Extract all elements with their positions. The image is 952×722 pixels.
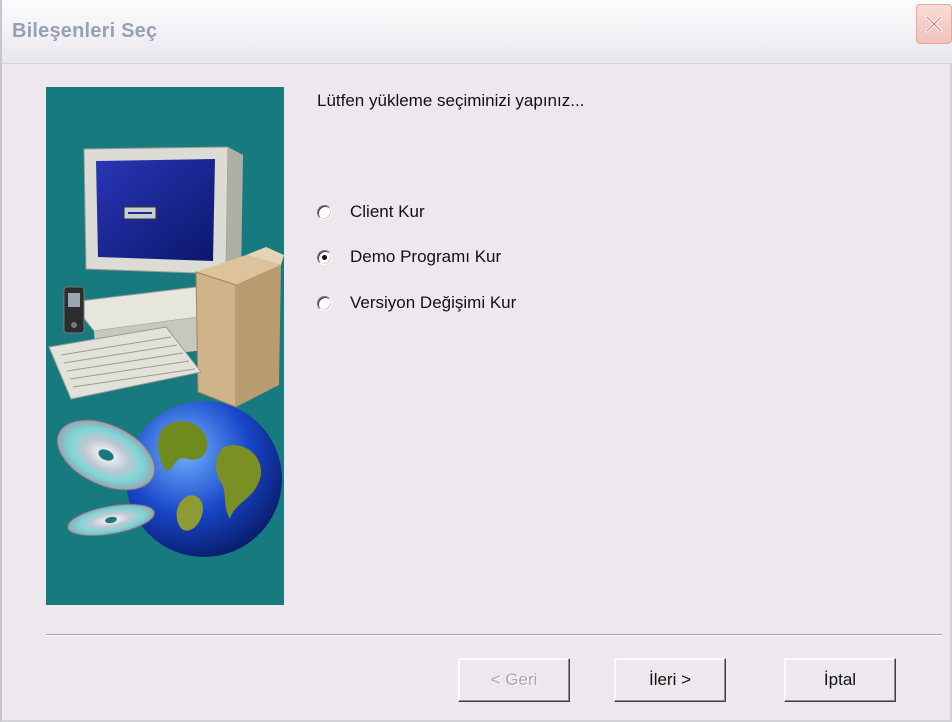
setup-dialog-window: Bileşenleri Seç Lütfen yükleme seçiminiz… — [0, 0, 952, 722]
selection-prompt: Lütfen yükleme seçiminizi yapınız... — [317, 91, 585, 110]
close-icon — [925, 15, 943, 33]
computer-globe-illustration — [48, 146, 284, 557]
radio-option-version-change[interactable]: Versiyon Değişimi Kur — [317, 290, 516, 316]
close-button[interactable] — [916, 4, 952, 44]
radio-option-client[interactable]: Client Kur — [317, 199, 425, 225]
radio-label: Demo Programı Kur — [350, 247, 502, 266]
radio-label: Versiyon Değişimi Kur — [350, 293, 517, 312]
next-button[interactable]: İleri > — [614, 658, 726, 702]
radio-button[interactable] — [317, 295, 332, 311]
window-title: Bileşenleri Seç — [12, 20, 158, 42]
radio-option-demo[interactable]: Demo Programı Kur — [317, 244, 501, 270]
bottom-separator — [46, 634, 942, 636]
title-bar[interactable]: Bileşenleri Seç — [2, 0, 952, 64]
setup-illustration — [46, 87, 284, 605]
radio-button-selected[interactable] — [317, 249, 332, 265]
radio-button[interactable] — [317, 204, 332, 220]
cancel-button[interactable]: İptal — [784, 658, 896, 702]
radio-label: Client Kur — [350, 202, 425, 221]
back-button[interactable]: < Geri — [458, 658, 570, 702]
